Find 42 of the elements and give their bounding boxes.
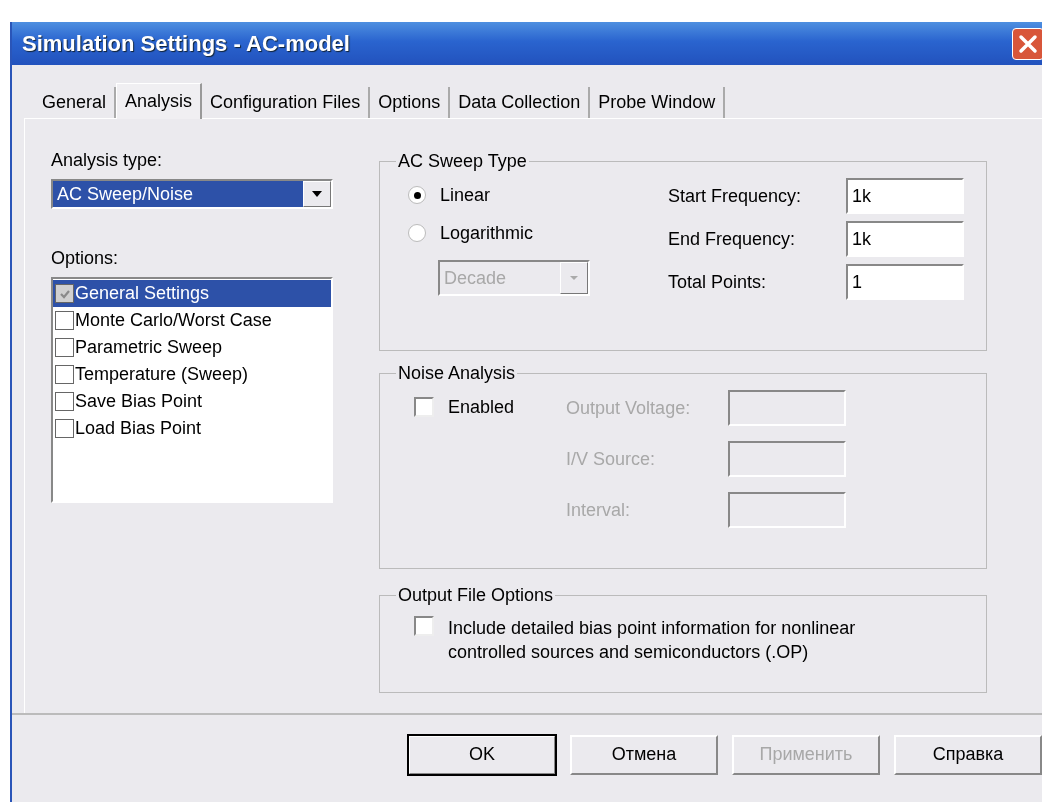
- checkbox[interactable]: [55, 419, 74, 438]
- options-label: Options:: [51, 247, 120, 269]
- field-label: End Frequency:: [668, 228, 796, 250]
- field-label: I/V Source:: [566, 448, 656, 470]
- checkbox[interactable]: [55, 338, 74, 357]
- dialog-button[interactable]: Справка: [894, 734, 1042, 775]
- checkbox[interactable]: [55, 311, 74, 330]
- close-icon: [1017, 32, 1039, 55]
- radio-button[interactable]: [408, 224, 426, 242]
- close-button[interactable]: [1012, 27, 1042, 60]
- dialog-button[interactable]: OK: [408, 734, 556, 775]
- radio-button[interactable]: [408, 186, 426, 204]
- input-field[interactable]: 1k: [846, 178, 964, 214]
- group-title: Noise Analysis: [397, 363, 517, 384]
- checkbox[interactable]: [414, 616, 434, 636]
- group-title: AC Sweep Type: [397, 151, 528, 172]
- checkbox[interactable]: [414, 397, 434, 417]
- input-field[interactable]: 1: [846, 264, 964, 300]
- checkbox-label: Include detailed bias point information for nonlinear controlled sources and semiconductors (.OP): [448, 617, 856, 664]
- checkbox[interactable]: [55, 365, 74, 384]
- dropdown-arrow-icon: [569, 275, 579, 281]
- radio-label: Logarithmic: [440, 222, 534, 244]
- option-item[interactable]: Temperature (Sweep): [53, 361, 331, 388]
- input-field[interactable]: 1k: [846, 221, 964, 257]
- option-item[interactable]: Save Bias Point: [53, 388, 331, 415]
- analysis-type-dropdown[interactable]: AC Sweep/Noise: [51, 179, 333, 209]
- window-title: Simulation Settings - AC-model: [21, 30, 350, 57]
- analysis-type-label: Analysis type:: [51, 149, 164, 171]
- field-label: Start Frequency:: [668, 185, 802, 207]
- tab[interactable]: Analysis: [116, 83, 203, 119]
- dropdown-arrow-icon: [311, 190, 323, 198]
- group-title: Output File Options: [397, 585, 555, 606]
- option-item[interactable]: Parametric Sweep: [53, 334, 331, 361]
- radio-label: Linear: [440, 184, 491, 206]
- checkbox-label: Enabled: [448, 396, 515, 418]
- field-label: Output Voltage:: [566, 397, 691, 419]
- option-item[interactable]: Load Bias Point: [53, 415, 331, 442]
- option-item[interactable]: Monte Carlo/Worst Case: [53, 307, 331, 334]
- field-label: Total Points:: [668, 271, 767, 293]
- checkbox[interactable]: [55, 392, 74, 411]
- field-label: Interval:: [566, 499, 631, 521]
- dialog-button[interactable]: Отмена: [570, 734, 718, 775]
